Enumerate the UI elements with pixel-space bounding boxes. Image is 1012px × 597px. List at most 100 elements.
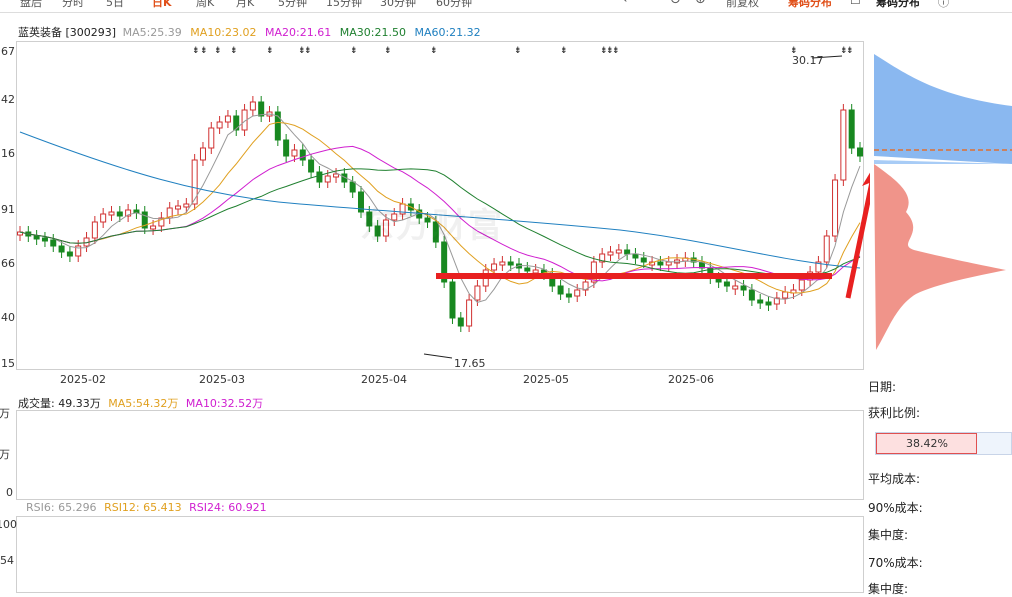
signal-marker: ⇟ [560, 46, 568, 56]
high-price-annotation: 30.17 [792, 54, 824, 67]
candle-body [624, 249, 631, 255]
volume-tick: 0 [6, 486, 13, 499]
candle-body [208, 127, 215, 149]
candle-body [175, 205, 182, 210]
candle-body [150, 225, 157, 230]
candle-body [291, 149, 298, 157]
candle-body [308, 159, 315, 173]
rsi6-label: RSI6: 65.296 [26, 501, 97, 514]
candle-body [258, 101, 265, 117]
volume-title: 成交量: 49.33万 [18, 397, 101, 410]
help-icon[interactable]: ⓘ [938, 0, 949, 10]
candle-body [58, 245, 65, 253]
profit-ratio-value: 38.42% [906, 437, 948, 450]
profit-ratio-label: 获利比例: [868, 406, 921, 420]
signal-marker: ⇟ [192, 46, 200, 56]
volume-legend: 成交量: 49.33万 MA5:54.32万 MA10:32.52万 [18, 395, 263, 411]
candle-body [565, 293, 572, 298]
price-tick: 66 [1, 257, 15, 270]
date-tick: 2025-02 [60, 373, 106, 386]
signal-marker: ⇟ [384, 46, 392, 56]
candle-body [199, 147, 206, 161]
candle-body [782, 291, 789, 299]
candle-body [723, 281, 730, 287]
watermark: 东方财富 [360, 206, 504, 246]
candle-body [233, 115, 240, 131]
price-tick: 42 [1, 93, 15, 106]
concentration-label: 集中度: [868, 528, 909, 542]
candle-body [657, 261, 664, 266]
candle-body [640, 257, 647, 263]
candle-body [224, 115, 231, 123]
candle-body [333, 173, 340, 178]
signal-marker: ⇟ [230, 46, 238, 56]
candle-body [499, 261, 506, 266]
candle-body [108, 211, 115, 216]
candle-body [466, 299, 473, 327]
rsi-tick: 54 [0, 554, 14, 567]
date-tick: 2025-05 [523, 373, 569, 386]
candle-body [249, 101, 256, 111]
candle-body [848, 109, 855, 149]
candle-body [524, 267, 531, 272]
candle-body [557, 285, 564, 295]
candle-body [449, 281, 456, 319]
candle-body [491, 263, 498, 271]
candle-body [50, 239, 57, 247]
price-tick: 16 [1, 147, 15, 160]
signal-marker: ⇟ [430, 46, 438, 56]
chip-profit-area [874, 54, 1012, 164]
date-tick: 2025-03 [199, 373, 245, 386]
price-tick: 15 [1, 357, 15, 370]
avg-cost-label: 平均成本: [868, 472, 921, 486]
right-panel-title: 筹码分布 [876, 0, 920, 9]
volume-ma10: MA10:32.52万 [185, 397, 264, 410]
candle-body [474, 285, 481, 301]
candle-body [299, 149, 306, 161]
profit-ratio-bar: 38.42% [875, 432, 1012, 455]
signal-marker: ⇟ [846, 46, 854, 56]
candle-body [798, 279, 805, 291]
signal-marker: ⇟ [304, 46, 312, 56]
rsi24-label: RSI24: 60.921 [189, 501, 267, 514]
candle-body [100, 213, 107, 223]
candle-body [183, 203, 190, 208]
candle-body [91, 221, 98, 239]
price-tick: 91 [1, 203, 15, 216]
candle-body [324, 175, 331, 183]
date-tick: 2025-06 [668, 373, 714, 386]
candle-body [316, 171, 323, 183]
low-pointer [423, 353, 453, 359]
chip-distribution-chart [874, 54, 1012, 350]
rsi-panel[interactable] [16, 516, 864, 593]
candle-body [632, 253, 639, 259]
candle-body [191, 159, 198, 205]
rsi-tick: 100 [0, 518, 17, 531]
candle-body [507, 261, 514, 266]
rsi-legend: RSI6: 65.296 RSI12: 65.413 RSI24: 60.921 [26, 501, 267, 514]
cost-70-label: 70%成本: [868, 556, 923, 570]
price-tick: 67 [1, 45, 15, 58]
signal-marker: ⇟ [514, 46, 522, 56]
candle-body [66, 251, 73, 257]
candle-body [665, 261, 672, 266]
volume-panel[interactable] [16, 410, 864, 500]
candle-body [740, 285, 747, 291]
rsi12-label: RSI12: 65.413 [104, 501, 182, 514]
signal-marker: ⇟ [214, 46, 222, 56]
date-tick: 2025-04 [361, 373, 407, 386]
candle-body [615, 249, 622, 254]
cost-90-label: 90%成本: [868, 501, 923, 515]
candle-body [532, 269, 539, 274]
candle-body [349, 181, 356, 193]
signal-marker: ⇟ [612, 46, 620, 56]
candle-body [757, 299, 764, 304]
candle-body [41, 237, 48, 242]
candle-body [574, 289, 581, 297]
signal-marker: ⇟ [350, 46, 358, 56]
candle-body [283, 139, 290, 157]
concentration-label-2: 集中度: [868, 582, 909, 596]
chip-date-label: 日期: [868, 380, 897, 394]
candle-body [116, 211, 123, 217]
signal-marker: ⇟ [200, 46, 208, 56]
